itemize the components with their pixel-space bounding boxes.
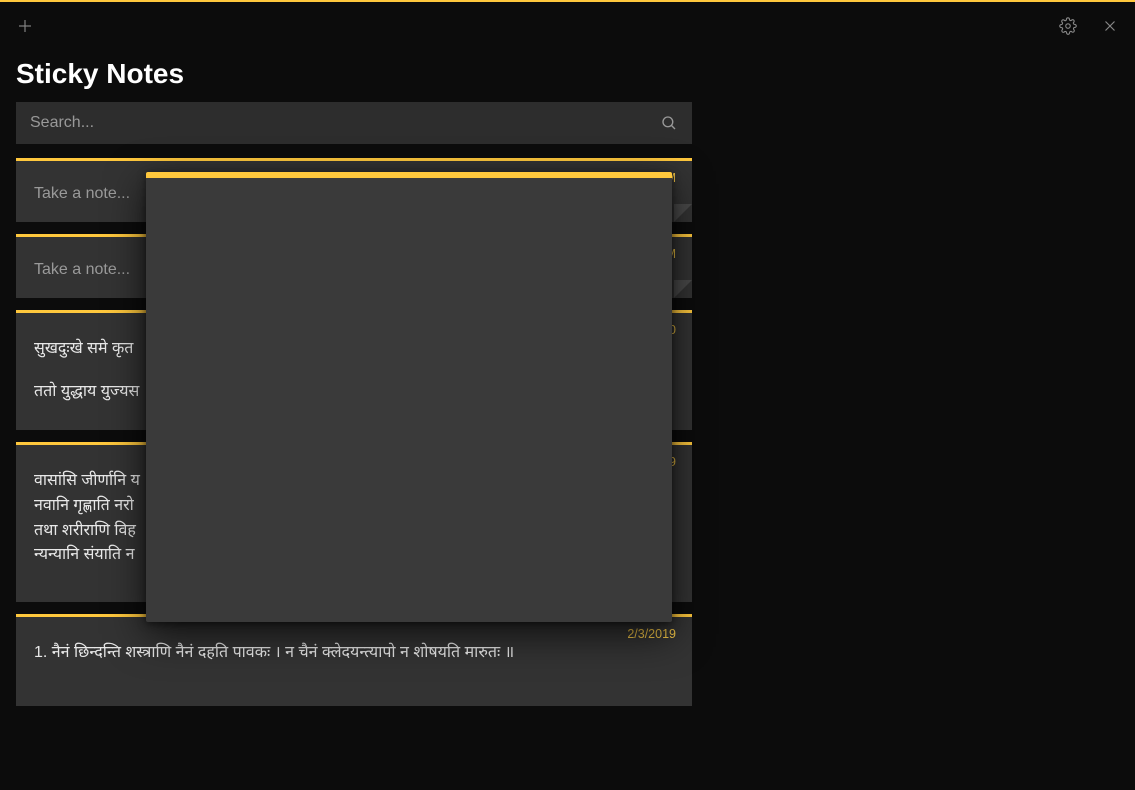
gear-icon: [1059, 17, 1077, 35]
search-box[interactable]: [16, 102, 692, 144]
search-input[interactable]: [30, 114, 660, 132]
note-card[interactable]: 2/3/2019 1. नैनं छिन्दन्ति शस्त्राणि नैन…: [16, 614, 692, 706]
dogear-icon: [674, 204, 692, 222]
note-text: 1. नैनं छिन्दन्ति शस्त्राणि नैनं दहति पा…: [34, 641, 674, 666]
plus-icon: [16, 17, 34, 35]
close-button[interactable]: [1093, 9, 1127, 43]
search-icon: [660, 114, 678, 132]
note-date: 2/3/2019: [627, 627, 676, 641]
dogear-icon: [674, 280, 692, 298]
titlebar-left: [8, 9, 42, 43]
app-title: Sticky Notes: [0, 50, 1135, 102]
titlebar: [0, 2, 1135, 50]
settings-button[interactable]: [1051, 9, 1085, 43]
close-icon: [1101, 17, 1119, 35]
sticky-note-window[interactable]: [146, 172, 672, 622]
titlebar-right: [1051, 9, 1127, 43]
note-line: 1. नैनं छिन्दन्ति शस्त्राणि नैनं दहति पा…: [34, 641, 674, 666]
new-note-button[interactable]: [8, 9, 42, 43]
